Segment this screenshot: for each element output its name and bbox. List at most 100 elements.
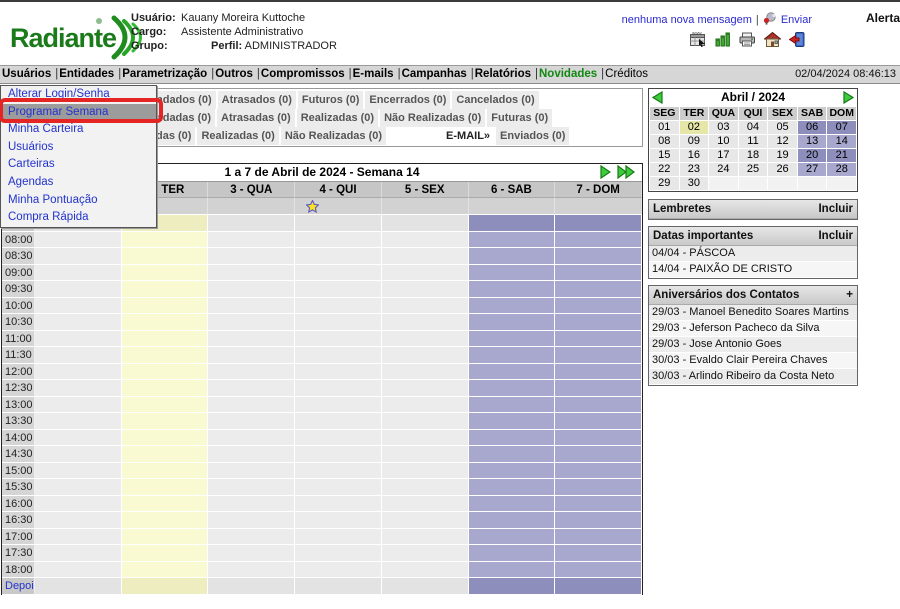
star-row-5-sex[interactable] bbox=[382, 198, 469, 215]
slot-6-sab-09-00[interactable] bbox=[469, 265, 556, 282]
slot-6-sab-17-30[interactable] bbox=[469, 545, 556, 562]
slot-3-qua-depois[interactable] bbox=[208, 578, 295, 595]
status-chip[interactable]: ndados (0) bbox=[152, 91, 216, 109]
menu-item-relatorios[interactable]: Relatórios bbox=[475, 68, 531, 80]
slot-5-sex-15-30[interactable] bbox=[382, 479, 469, 496]
exit-icon[interactable] bbox=[789, 32, 805, 47]
next-month-icon[interactable] bbox=[843, 91, 854, 104]
slot-4-qui-16-00[interactable] bbox=[295, 496, 382, 513]
slot-4-qui-antes[interactable] bbox=[295, 215, 382, 232]
mini-cal-day-05[interactable]: 05 bbox=[768, 121, 797, 134]
slot-3-qua-11-00[interactable] bbox=[208, 331, 295, 348]
slot-1-seg-17-00[interactable] bbox=[35, 529, 122, 546]
slot-3-qua-15-30[interactable] bbox=[208, 479, 295, 496]
slot-5-sex-17-30[interactable] bbox=[382, 545, 469, 562]
slot-3-qua-antes[interactable] bbox=[208, 215, 295, 232]
slot-1-seg-depois[interactable] bbox=[35, 578, 122, 595]
dropdown-item-minha-pontuacao[interactable]: Minha Pontuação bbox=[1, 192, 156, 210]
mini-cal-day-22[interactable]: 22 bbox=[650, 163, 679, 176]
slot-2-ter-18-00[interactable] bbox=[122, 562, 209, 579]
home-icon[interactable] bbox=[764, 32, 781, 47]
slot-7-dom-09-30[interactable] bbox=[555, 281, 642, 298]
mini-cal-day-01[interactable]: 01 bbox=[650, 121, 679, 134]
slot-2-ter-09-00[interactable] bbox=[122, 265, 209, 282]
slot-5-sex-16-00[interactable] bbox=[382, 496, 469, 513]
slot-4-qui-08-00[interactable] bbox=[295, 232, 382, 249]
slot-4-qui-12-00[interactable] bbox=[295, 364, 382, 381]
slot-1-seg-17-30[interactable] bbox=[35, 545, 122, 562]
slot-7-dom-18-00[interactable] bbox=[555, 562, 642, 579]
status-chip[interactable]: ndadas (0) bbox=[152, 109, 215, 127]
slot-1-seg-15-30[interactable] bbox=[35, 479, 122, 496]
slot-5-sex-10-30[interactable] bbox=[382, 314, 469, 331]
dropdown-item-agendas[interactable]: Agendas bbox=[1, 174, 156, 192]
menu-item-entidades[interactable]: Entidades bbox=[59, 68, 114, 80]
slot-6-sab-13-00[interactable] bbox=[469, 397, 556, 414]
slot-5-sex-antes[interactable] bbox=[382, 215, 469, 232]
slot-5-sex-12-30[interactable] bbox=[382, 380, 469, 397]
slot-6-sab-12-00[interactable] bbox=[469, 364, 556, 381]
star-row-3-qua[interactable] bbox=[208, 198, 295, 215]
slot-7-dom-09-00[interactable] bbox=[555, 265, 642, 282]
mini-cal-day-17[interactable]: 17 bbox=[709, 149, 738, 162]
slot-1-seg-11-00[interactable] bbox=[35, 331, 122, 348]
slot-3-qua-17-30[interactable] bbox=[208, 545, 295, 562]
slot-3-qua-10-00[interactable] bbox=[208, 298, 295, 315]
slot-6-sab-16-00[interactable] bbox=[469, 496, 556, 513]
slot-5-sex-09-30[interactable] bbox=[382, 281, 469, 298]
slot-1-seg-16-30[interactable] bbox=[35, 512, 122, 529]
menu-item-creditos[interactable]: Créditos bbox=[605, 68, 648, 80]
status-chip[interactable]: Futuros (0) bbox=[298, 91, 363, 109]
mini-cal-day-13[interactable]: 13 bbox=[798, 135, 827, 148]
slot-2-ter-17-30[interactable] bbox=[122, 545, 209, 562]
slot-7-dom-10-30[interactable] bbox=[555, 314, 642, 331]
slot-5-sex-08-00[interactable] bbox=[382, 232, 469, 249]
slot-7-dom-13-00[interactable] bbox=[555, 397, 642, 414]
slot-1-seg-15-00[interactable] bbox=[35, 463, 122, 480]
slot-1-seg-10-00[interactable] bbox=[35, 298, 122, 315]
slot-5-sex-depois[interactable] bbox=[382, 578, 469, 595]
slot-4-qui-14-30[interactable] bbox=[295, 446, 382, 463]
slot-2-ter-14-00[interactable] bbox=[122, 430, 209, 447]
slot-3-qua-09-30[interactable] bbox=[208, 281, 295, 298]
mini-cal-day-21[interactable]: 21 bbox=[827, 149, 856, 162]
slot-4-qui-10-00[interactable] bbox=[295, 298, 382, 315]
slot-6-sab-12-30[interactable] bbox=[469, 380, 556, 397]
slot-5-sex-13-00[interactable] bbox=[382, 397, 469, 414]
slot-2-ter-13-00[interactable] bbox=[122, 397, 209, 414]
mini-cal-day-26[interactable]: 26 bbox=[768, 163, 797, 176]
status-chip[interactable]: Encerrados (0) bbox=[365, 91, 450, 109]
mini-cal-day-08[interactable]: 08 bbox=[650, 135, 679, 148]
slot-5-sex-11-30[interactable] bbox=[382, 347, 469, 364]
slot-2-ter-09-30[interactable] bbox=[122, 281, 209, 298]
mini-cal-day-07[interactable]: 07 bbox=[827, 121, 856, 134]
dropdown-item-compra-rapida[interactable]: Compra Rápida bbox=[1, 209, 156, 227]
slot-1-seg-14-00[interactable] bbox=[35, 430, 122, 447]
mini-cal-day-20[interactable]: 20 bbox=[798, 149, 827, 162]
slot-4-qui-09-30[interactable] bbox=[295, 281, 382, 298]
menu-item-e-mails[interactable]: E-mails bbox=[353, 68, 394, 80]
jump-forward-icon[interactable] bbox=[617, 165, 636, 179]
slot-7-dom-11-00[interactable] bbox=[555, 331, 642, 348]
mini-cal-day-30[interactable]: 30 bbox=[680, 177, 709, 190]
panel-action-lembretes[interactable]: Incluir bbox=[818, 203, 853, 215]
slot-5-sex-15-00[interactable] bbox=[382, 463, 469, 480]
panel-action-datas-importantes[interactable]: Incluir bbox=[818, 230, 853, 242]
mini-cal-day-04[interactable]: 04 bbox=[739, 121, 768, 134]
slot-2-ter-14-30[interactable] bbox=[122, 446, 209, 463]
slot-5-sex-09-00[interactable] bbox=[382, 265, 469, 282]
status-chip[interactable]: Enviados (0) bbox=[496, 127, 569, 145]
slot-7-dom-12-00[interactable] bbox=[555, 364, 642, 381]
slot-3-qua-15-00[interactable] bbox=[208, 463, 295, 480]
slot-5-sex-11-00[interactable] bbox=[382, 331, 469, 348]
slot-1-seg-10-30[interactable] bbox=[35, 314, 122, 331]
slot-1-seg-14-30[interactable] bbox=[35, 446, 122, 463]
slot-7-dom-15-30[interactable] bbox=[555, 479, 642, 496]
slot-6-sab-10-30[interactable] bbox=[469, 314, 556, 331]
slot-5-sex-10-00[interactable] bbox=[382, 298, 469, 315]
menu-item-novidades[interactable]: Novidades bbox=[539, 68, 597, 80]
slot-7-dom-14-30[interactable] bbox=[555, 446, 642, 463]
slot-3-qua-17-00[interactable] bbox=[208, 529, 295, 546]
slot-7-dom-08-00[interactable] bbox=[555, 232, 642, 249]
slot-2-ter-16-30[interactable] bbox=[122, 512, 209, 529]
